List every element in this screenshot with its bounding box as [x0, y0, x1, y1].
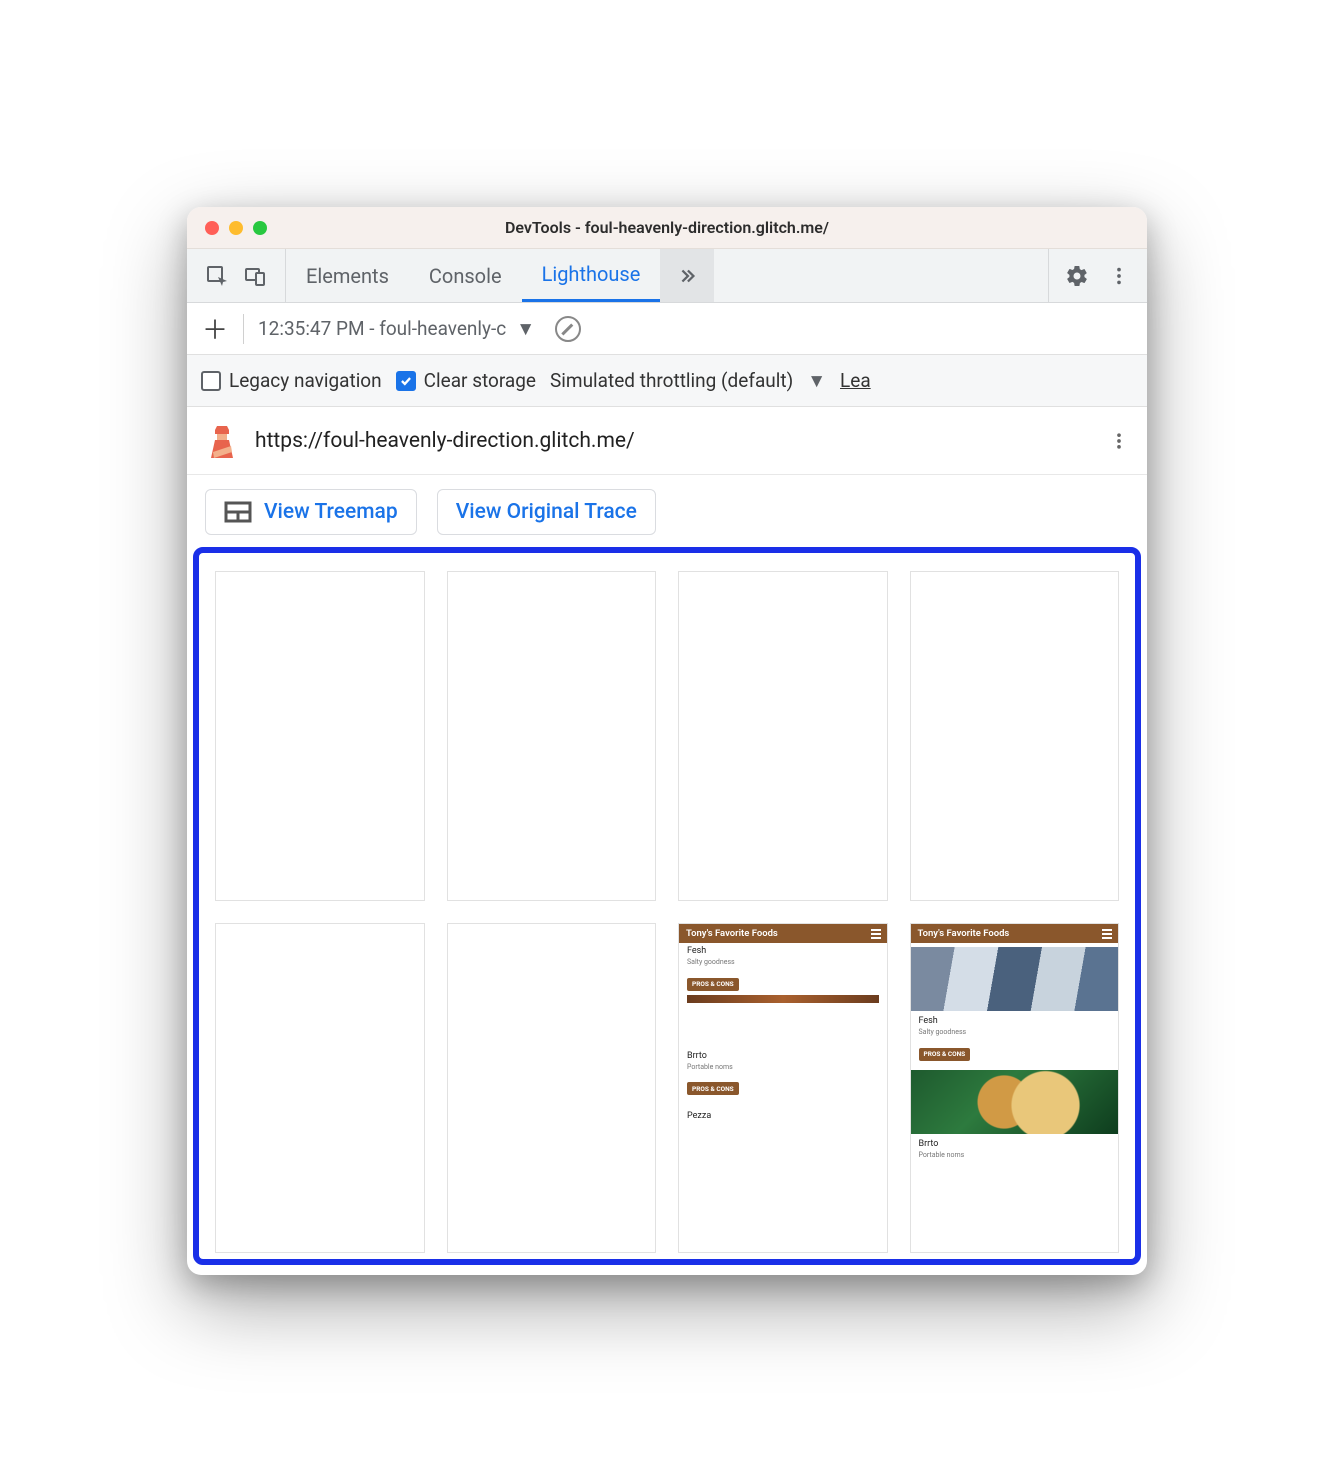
filmstrip-frame[interactable] — [447, 571, 657, 901]
fs-page-title: Tony's Favorite Foods — [911, 924, 1119, 943]
panel-tabs: Elements Console Lighthouse — [286, 249, 660, 302]
fs-item-name: Pezza — [687, 1111, 879, 1121]
panel-overflow-button[interactable] — [660, 249, 714, 302]
separator — [243, 314, 244, 344]
fs-chip: PROS & CONS — [687, 978, 739, 991]
tab-console[interactable]: Console — [409, 249, 522, 302]
fs-item-name: Fesh — [919, 1016, 1111, 1026]
report-header: https://foul-heavenly-direction.glitch.m… — [187, 407, 1147, 475]
clear-storage-option[interactable]: Clear storage — [396, 369, 536, 392]
learn-more-link[interactable]: Lea — [840, 369, 871, 392]
filmstrip-frame[interactable]: Tony's Favorite Foods Fesh Salty goodnes… — [678, 923, 888, 1253]
fs-card: Fesh Salty goodness PROS & CONS — [911, 1013, 1119, 1066]
filmstrip-frame[interactable] — [678, 571, 888, 901]
fs-item-name: Brrto — [687, 1051, 879, 1061]
tab-label: Lighthouse — [542, 262, 641, 286]
devtools-tabbar: Elements Console Lighthouse — [187, 249, 1147, 303]
clear-report-icon[interactable] — [555, 316, 581, 342]
window-controls — [187, 221, 267, 235]
chevron-down-icon: ▼ — [516, 317, 535, 341]
view-trace-button[interactable]: View Original Trace — [437, 489, 656, 535]
fs-card: Brrto Portable noms — [911, 1136, 1119, 1169]
report-selector-row: ＋ 12:35:47 PM - foul-heavenly-c ▼ — [187, 303, 1147, 355]
lighthouse-options-row: Legacy navigation Clear storage Simulate… — [187, 355, 1147, 407]
report-menu-icon[interactable] — [1109, 431, 1129, 451]
fs-item-sub: Salty goodness — [687, 958, 879, 966]
view-buttons-row: View Treemap View Original Trace — [187, 475, 1147, 547]
fs-image-placeholder — [687, 995, 879, 1003]
minimize-window-button[interactable] — [229, 221, 243, 235]
maximize-window-button[interactable] — [253, 221, 267, 235]
lighthouse-icon — [205, 424, 239, 458]
view-treemap-button[interactable]: View Treemap — [205, 489, 417, 535]
titlebar: DevTools - foul-heavenly-direction.glitc… — [187, 207, 1147, 249]
checkbox-checked-icon — [396, 371, 416, 391]
throttling-label: Simulated throttling (default) — [550, 369, 793, 392]
device-toggle-icon[interactable] — [243, 264, 267, 288]
fs-item-sub: Salty goodness — [919, 1028, 1111, 1036]
fs-item-sub: Portable noms — [919, 1151, 1111, 1159]
fs-page-title: Tony's Favorite Foods — [679, 924, 887, 943]
legacy-navigation-option[interactable]: Legacy navigation — [201, 369, 382, 392]
settings-icon[interactable] — [1065, 264, 1089, 288]
report-label: 12:35:47 PM - foul-heavenly-c — [258, 317, 506, 340]
option-label: Legacy navigation — [229, 369, 382, 392]
kebab-menu-icon[interactable] — [1107, 264, 1131, 288]
fs-chip: PROS & CONS — [687, 1082, 739, 1095]
tab-label: Elements — [306, 264, 389, 288]
button-label: View Treemap — [264, 500, 398, 524]
filmstrip-frame[interactable] — [447, 923, 657, 1253]
close-window-button[interactable] — [205, 221, 219, 235]
new-report-button[interactable]: ＋ — [201, 315, 229, 343]
report-select[interactable]: 12:35:47 PM - foul-heavenly-c ▼ — [258, 317, 535, 341]
fs-item-sub: Portable noms — [687, 1063, 879, 1071]
inspect-icon[interactable] — [205, 264, 229, 288]
fs-image — [911, 947, 1119, 1011]
report-url: https://foul-heavenly-direction.glitch.m… — [255, 429, 1093, 453]
toolbar-left — [187, 249, 286, 302]
treemap-icon — [224, 501, 252, 523]
chevron-down-icon[interactable]: ▼ — [807, 369, 826, 393]
fs-item-name: Brrto — [919, 1139, 1111, 1149]
filmstrip-highlight: Tony's Favorite Foods Fesh Salty goodnes… — [193, 547, 1141, 1265]
devtools-window: DevTools - foul-heavenly-direction.glitc… — [187, 207, 1147, 1275]
filmstrip-frame[interactable] — [215, 923, 425, 1253]
fs-chip: PROS & CONS — [919, 1048, 971, 1061]
tab-label: Console — [429, 264, 502, 288]
fs-item-name: Fesh — [687, 946, 879, 956]
fs-card: Fesh Salty goodness PROS & CONS Brrto Po… — [679, 943, 887, 1128]
window-title: DevTools - foul-heavenly-direction.glitc… — [187, 218, 1147, 237]
filmstrip-grid: Tony's Favorite Foods Fesh Salty goodnes… — [215, 571, 1119, 1253]
tab-elements[interactable]: Elements — [286, 249, 409, 302]
option-label: Clear storage — [424, 369, 536, 392]
checkbox-unchecked-icon — [201, 371, 221, 391]
toolbar-right — [1048, 249, 1147, 302]
button-label: View Original Trace — [456, 500, 637, 524]
filmstrip-frame[interactable] — [215, 571, 425, 901]
tab-lighthouse[interactable]: Lighthouse — [522, 249, 661, 302]
filmstrip-frame[interactable]: Tony's Favorite Foods Fesh Salty goodnes… — [910, 923, 1120, 1253]
filmstrip-frame[interactable] — [910, 571, 1120, 901]
fs-image — [911, 1070, 1119, 1134]
